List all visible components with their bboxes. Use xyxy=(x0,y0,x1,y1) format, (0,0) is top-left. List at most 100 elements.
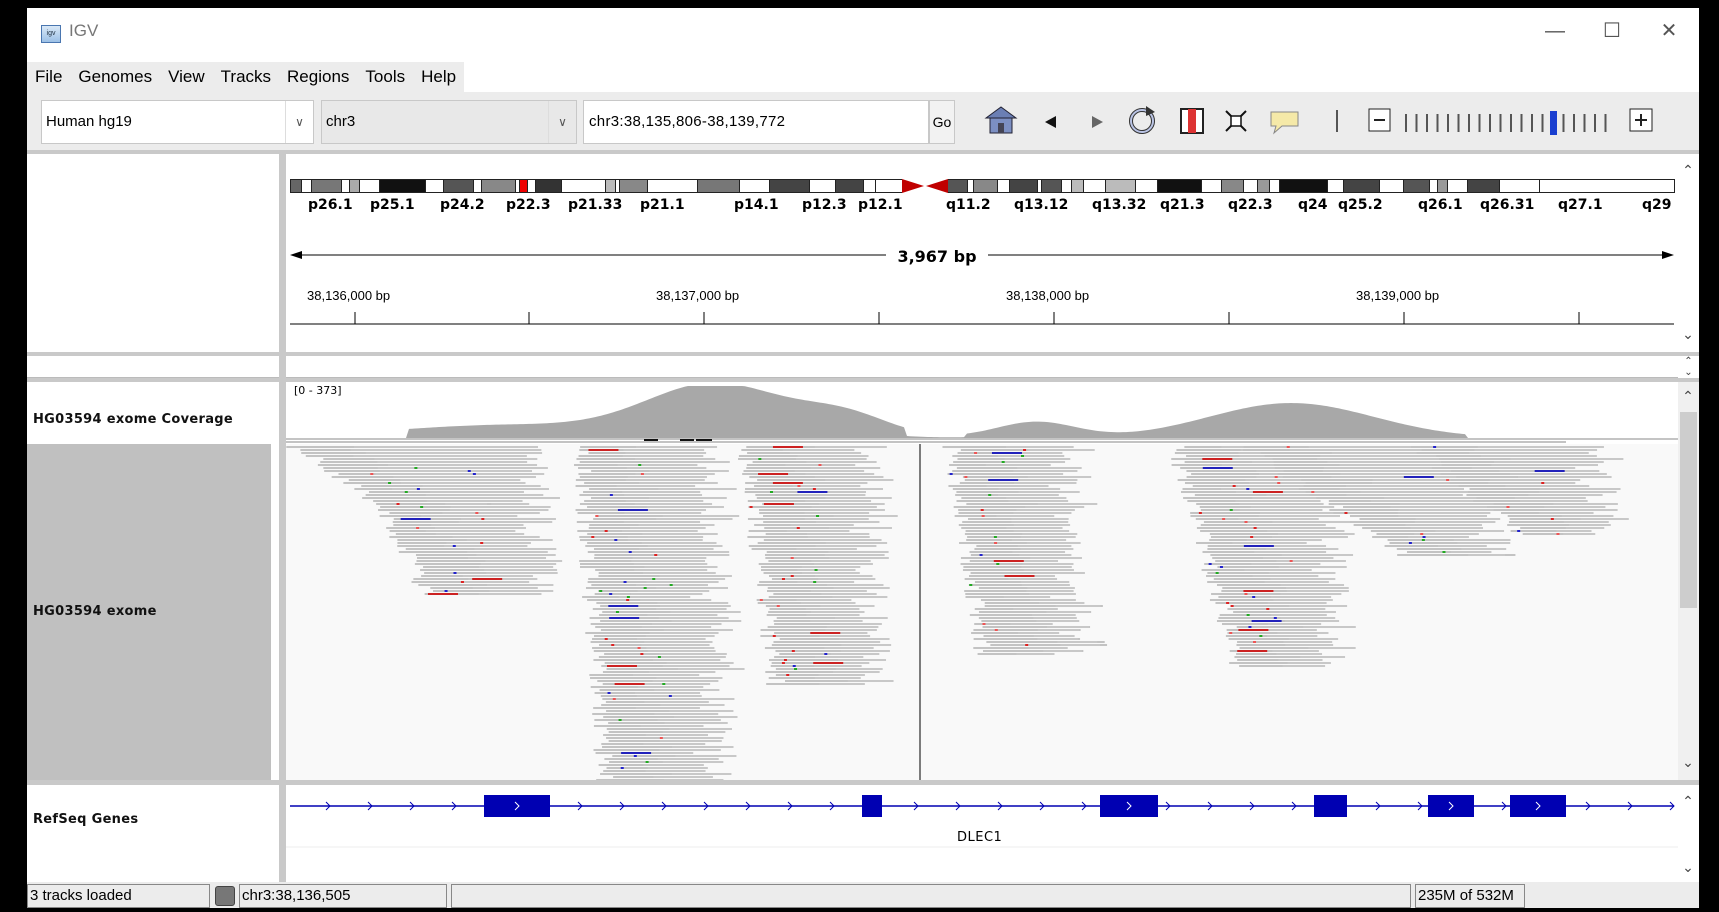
mismatch xyxy=(783,659,787,661)
read xyxy=(821,593,877,595)
read xyxy=(806,461,877,463)
read xyxy=(627,476,707,478)
read xyxy=(799,482,868,484)
read xyxy=(675,755,737,757)
genes-name-cell[interactable]: RefSeq Genes xyxy=(27,785,279,882)
igv-window: igv IGV — ☐ ✕ File Genomes View Tracks R… xyxy=(27,8,1699,908)
discordant-read xyxy=(993,560,1024,562)
region-of-interest-icon[interactable] xyxy=(1178,106,1206,136)
mismatch xyxy=(1222,518,1226,520)
alignment-name-cell[interactable]: HG03594 exome xyxy=(27,444,271,780)
scroll-thumb[interactable] xyxy=(1680,412,1697,608)
menu-tracks[interactable]: Tracks xyxy=(213,62,279,92)
mismatch xyxy=(772,635,776,637)
read xyxy=(664,722,728,724)
zoom-tick xyxy=(1478,114,1481,132)
read xyxy=(801,602,856,604)
read xyxy=(649,497,727,499)
scroll-up-icon[interactable]: ⌃ xyxy=(1678,793,1698,810)
read xyxy=(455,497,560,499)
mismatch xyxy=(645,761,649,763)
refresh-icon[interactable] xyxy=(1124,104,1160,138)
minimize-button[interactable]: — xyxy=(1527,16,1583,46)
read xyxy=(484,569,558,571)
zoom-in-icon[interactable] xyxy=(1629,106,1655,134)
home-icon[interactable] xyxy=(983,104,1019,138)
genes-scrollbar[interactable]: ⌃ ⌄ xyxy=(1678,785,1699,882)
read xyxy=(661,737,724,739)
zoom-tick xyxy=(1531,114,1533,132)
menu-file[interactable]: File xyxy=(27,62,70,92)
status-indicator-icon xyxy=(215,886,235,906)
scroll-down-icon[interactable]: ⌄ xyxy=(1678,859,1698,876)
maximize-button[interactable]: ☐ xyxy=(1584,16,1640,46)
data-scrollbar[interactable]: ⌃ ⌄ xyxy=(1678,382,1699,780)
menu-genomes[interactable]: Genomes xyxy=(70,62,160,92)
menu-view[interactable]: View xyxy=(160,62,213,92)
mismatch xyxy=(1229,509,1233,511)
memory-usage[interactable]: 235M of 532M xyxy=(1415,884,1525,908)
genome-dropdown[interactable]: Human hg19 ∨ xyxy=(41,100,314,144)
read xyxy=(1303,626,1356,628)
discordant-read xyxy=(614,683,645,685)
cytoband-label: p21.33 xyxy=(568,197,623,213)
read xyxy=(1370,500,1480,502)
read xyxy=(1251,563,1321,565)
scroll-up-icon[interactable]: ⌃ xyxy=(1678,162,1698,179)
discordant-read xyxy=(772,482,803,484)
chromosome-dropdown[interactable]: chr3 ∨ xyxy=(321,100,577,144)
read xyxy=(641,644,710,646)
read xyxy=(641,626,712,628)
menu-regions[interactable]: Regions xyxy=(279,62,357,92)
coverage-track-name: HG03594 exome Coverage xyxy=(33,412,233,427)
ruler-tick-label: 38,138,000 bp xyxy=(1006,288,1090,303)
read xyxy=(1037,503,1098,505)
mismatch xyxy=(1232,485,1236,487)
coverage-name-cell[interactable]: HG03594 exome Coverage xyxy=(27,382,279,444)
forward-arrow-icon[interactable] xyxy=(1087,112,1107,132)
read xyxy=(1018,491,1080,493)
header-scrollbar[interactable]: ⌃ ⌄ xyxy=(1678,154,1699,352)
mismatch xyxy=(818,464,822,466)
discordant-read xyxy=(427,593,458,595)
read xyxy=(1519,500,1588,502)
read xyxy=(649,470,729,472)
read xyxy=(616,485,696,487)
discordant-read xyxy=(758,473,789,475)
zoom-slider[interactable] xyxy=(1399,106,1619,136)
alignment-data-panel[interactable] xyxy=(286,382,1678,780)
locus-search-input[interactable]: chr3:38,135,806-38,139,772 xyxy=(583,100,929,144)
read xyxy=(1477,446,1604,448)
scroll-up-icon[interactable]: ⌃ xyxy=(1678,388,1698,405)
scroll-down-icon[interactable]: ⌄ xyxy=(1678,326,1698,343)
close-button[interactable]: ✕ xyxy=(1641,16,1697,46)
read xyxy=(815,521,880,523)
read xyxy=(617,464,698,466)
mismatch xyxy=(994,542,998,544)
discordant-read xyxy=(617,509,648,511)
read xyxy=(1016,509,1075,511)
read xyxy=(1010,623,1053,625)
igv-app-icon: igv xyxy=(41,25,61,43)
read xyxy=(677,668,745,670)
fit-to-window-icon[interactable] xyxy=(1221,106,1251,136)
read xyxy=(1017,545,1072,547)
read xyxy=(1414,521,1496,523)
scroll-down-icon[interactable]: ⌄ xyxy=(1678,754,1698,771)
read xyxy=(1345,485,1475,487)
mismatch xyxy=(481,518,485,520)
read xyxy=(1021,566,1072,568)
read xyxy=(805,608,860,610)
zoom-out-icon[interactable] xyxy=(1368,106,1392,134)
menu-help[interactable]: Help xyxy=(413,62,464,92)
go-button[interactable]: Go xyxy=(929,100,955,144)
read xyxy=(1013,512,1072,514)
read xyxy=(825,479,894,481)
back-arrow-icon[interactable] xyxy=(1041,112,1061,132)
mini-scrollbar[interactable]: ⌃ ⌄ xyxy=(1678,356,1699,378)
read xyxy=(829,557,889,559)
popup-info-icon[interactable] xyxy=(1268,108,1302,136)
read xyxy=(485,560,563,562)
chromosome-ideogram[interactable]: p26.1 p25.1 p24.2 p22.3 p21.33 p21.1 p14.1 p12.… xyxy=(290,178,1675,219)
menu-tools[interactable]: Tools xyxy=(357,62,413,92)
